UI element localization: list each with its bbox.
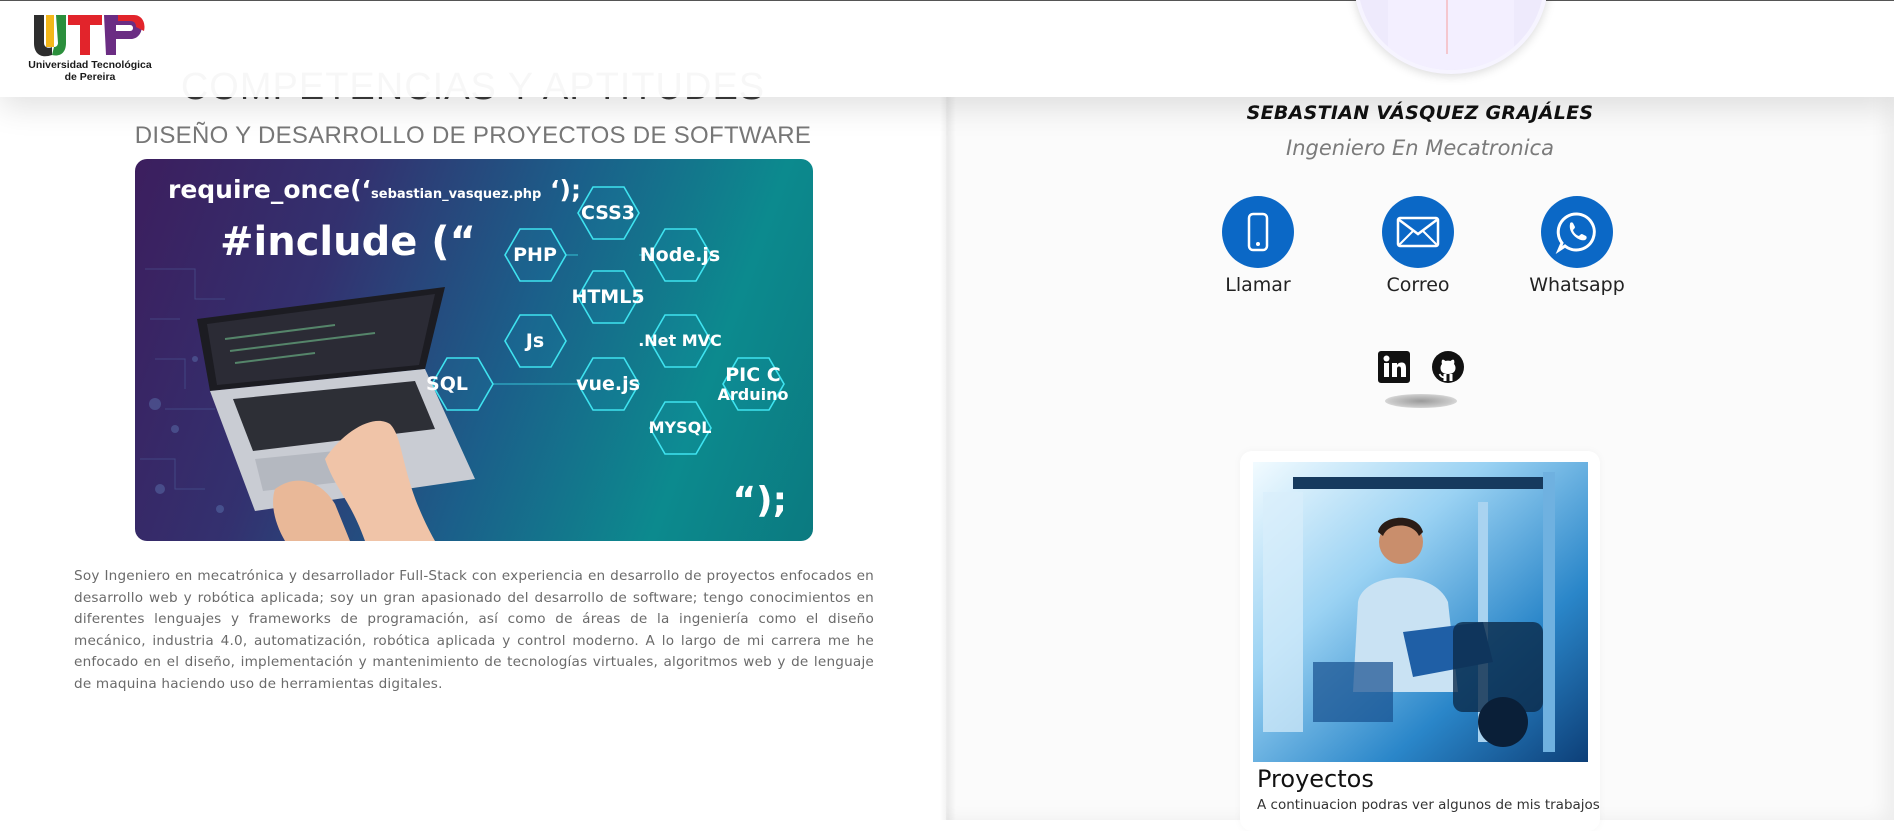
hex-label-mysql: MYSQL	[648, 418, 712, 437]
call-button[interactable]: Llamar	[1198, 196, 1318, 296]
hex-label-js: Js	[525, 330, 545, 352]
hex-label-html5: HTML5	[571, 286, 645, 308]
projects-image[interactable]	[1253, 462, 1588, 762]
hex-label-sql: SQL	[426, 373, 468, 395]
section-subtitle: DISEÑO Y DESARROLLO DE PROYECTOS DE SOFT…	[134, 122, 812, 149]
profile-name: SEBASTIAN VÁSQUEZ GRAJÁLES	[1246, 102, 1594, 124]
whatsapp-icon[interactable]	[1541, 196, 1613, 268]
avatar-collar	[1446, 0, 1448, 54]
call-label[interactable]: Llamar	[1198, 274, 1318, 296]
hex-label-arduino: Arduino	[717, 385, 789, 404]
whatsapp-label[interactable]: Whatsapp	[1517, 274, 1637, 296]
projects-description: A continuacion podras ver algunos de mis…	[1257, 797, 1600, 813]
social-shadow	[1385, 394, 1457, 408]
projects-card[interactable]: Proyectos A continuacion podras ver algu…	[1240, 451, 1600, 831]
utp-logo[interactable]: Universidad Tecnológica de Pereira	[28, 11, 152, 87]
hex-label-nodejs: Node.js	[639, 244, 721, 266]
pane-divider	[940, 96, 956, 820]
hex-label-php: PHP	[513, 244, 557, 266]
mail-icon[interactable]	[1382, 196, 1454, 268]
code-include-text: #include (“	[220, 219, 476, 265]
profile-role: Ingeniero En Mecatronica	[1286, 136, 1554, 160]
hex-label-netmvc: .Net MVC	[638, 331, 722, 350]
code-require-text: require_once(‘sebastian_vasquez.php ‘);	[168, 175, 581, 204]
code-end-text: “);	[732, 480, 787, 521]
linkedin-icon[interactable]	[1377, 350, 1411, 384]
utp-logo-icon	[34, 15, 145, 57]
avatar-shirt	[1388, 0, 1514, 70]
hex-label-pic-c: PIC C	[725, 364, 781, 386]
email-button[interactable]: Correo	[1358, 196, 1478, 296]
hex-label-vuejs: vue.js	[576, 373, 640, 395]
phone-icon[interactable]	[1222, 196, 1294, 268]
skills-hero-image: require_once(‘sebastian_vasquez.php ‘); …	[135, 159, 813, 541]
hex-label-css3: CSS3	[580, 202, 636, 224]
engineer-photo-icon	[1253, 462, 1588, 762]
whatsapp-button[interactable]: Whatsapp	[1517, 196, 1637, 296]
github-icon[interactable]	[1431, 350, 1465, 384]
utp-logo-text: Universidad Tecnológica de Pereira	[28, 59, 152, 83]
top-header: Universidad Tecnológica de Pereira	[0, 0, 1894, 97]
projects-title[interactable]: Proyectos	[1257, 765, 1374, 793]
email-label[interactable]: Correo	[1358, 274, 1478, 296]
bio-paragraph: Soy Ingeniero en mecatrónica y desarroll…	[74, 568, 874, 692]
